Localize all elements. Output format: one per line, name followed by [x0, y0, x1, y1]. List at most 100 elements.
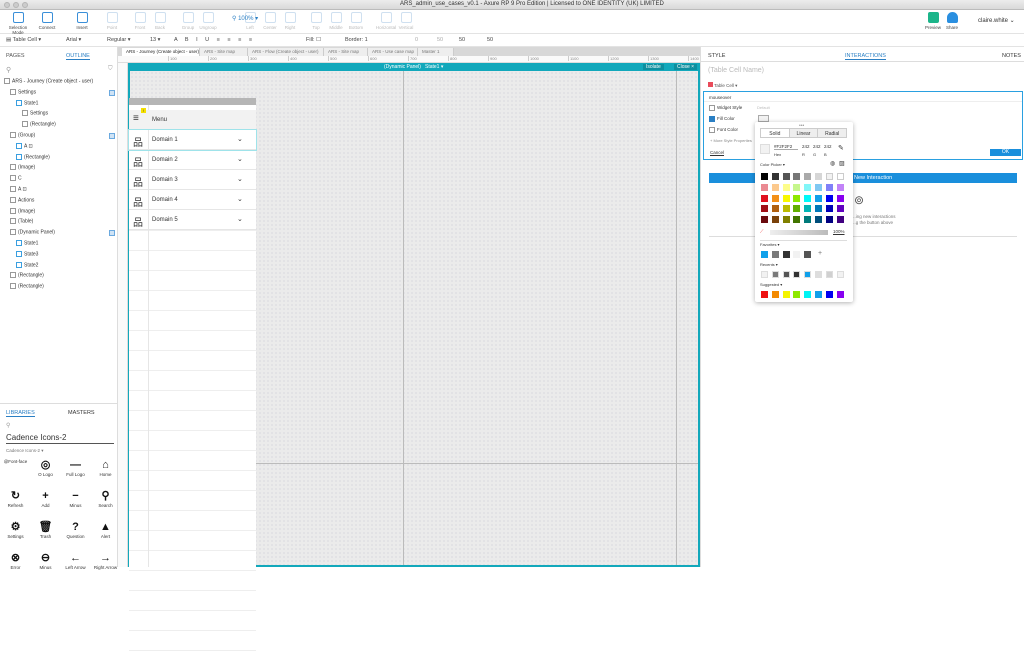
- toolbar-selection-mode-button[interactable]: Selection Mode: [3, 12, 33, 35]
- recent-swatch[interactable]: [793, 271, 801, 278]
- favorite-swatch[interactable]: [804, 251, 812, 258]
- color-swatch[interactable]: [825, 173, 833, 180]
- library-widget[interactable]: ▲ Alert: [91, 521, 120, 539]
- hex-input[interactable]: #F2F2F2: [774, 144, 798, 150]
- color-swatch[interactable]: [804, 183, 812, 191]
- color-swatch[interactable]: [804, 216, 812, 224]
- recent-swatch[interactable]: [771, 271, 779, 278]
- widget-style-select[interactable]: Default: [757, 105, 770, 110]
- outline-item[interactable]: State1: [16, 240, 38, 246]
- close-window-button[interactable]: [4, 2, 10, 8]
- recent-swatch[interactable]: [782, 271, 790, 278]
- outline-item[interactable]: A ⊡: [10, 186, 27, 192]
- eyedropper-icon[interactable]: ✎: [838, 144, 844, 152]
- widget-type-select[interactable]: ▤ Table Cell ▾: [6, 37, 62, 43]
- color-swatch[interactable]: [761, 173, 768, 180]
- color-swatch[interactable]: [836, 173, 844, 180]
- outline-item[interactable]: (Image): [10, 207, 35, 214]
- font-weight-select[interactable]: Regular ▾: [107, 37, 131, 43]
- recent-swatch[interactable]: [825, 271, 833, 278]
- library-widget[interactable]: ◎ O Logo: [31, 459, 60, 477]
- outline-item[interactable]: Actions: [10, 196, 34, 203]
- toolbar-back-button[interactable]: Back: [145, 12, 175, 30]
- tab-outline[interactable]: OUTLINE: [66, 53, 90, 60]
- suggested-swatch[interactable]: [782, 291, 790, 298]
- search-icon[interactable]: ⚲: [6, 422, 10, 429]
- suggested-label[interactable]: Suggested ▾: [760, 282, 782, 287]
- color-swatch[interactable]: [761, 205, 768, 213]
- library-widget[interactable]: ⚲ Search: [91, 490, 120, 508]
- fill-control[interactable]: Fill: ☐: [306, 37, 321, 43]
- filter-icon[interactable]: ⛉: [108, 66, 113, 73]
- toolbar-bottom-button[interactable]: Bottom: [341, 12, 371, 30]
- color-swatch[interactable]: [836, 205, 844, 213]
- outline-item[interactable]: ARS - Journey (Create object - user): [4, 78, 93, 84]
- toolbar-vertical-button[interactable]: Vertical: [391, 12, 421, 30]
- opacity-slider[interactable]: [770, 230, 828, 235]
- color-picker-mode-select[interactable]: Color Picker ▾: [760, 162, 785, 167]
- toolbar-connect-button[interactable]: Connect: [32, 12, 62, 30]
- menu-header-row[interactable]: ≡ Menu: [129, 110, 256, 130]
- recent-swatch[interactable]: [815, 271, 822, 278]
- outline-item[interactable]: (Image): [10, 164, 35, 171]
- image-color-icon[interactable]: ▨: [839, 160, 845, 167]
- color-swatch[interactable]: [793, 183, 801, 191]
- chevron-down-icon[interactable]: ⌄: [237, 175, 243, 183]
- color-swatch[interactable]: [815, 205, 822, 213]
- document-tab[interactable]: ARS - Flow (Create object - user): [248, 48, 324, 56]
- suggested-swatch[interactable]: [815, 291, 822, 298]
- suggested-swatch[interactable]: [761, 291, 768, 298]
- tab-libraries[interactable]: LIBRARIES: [6, 410, 35, 417]
- color-swatch[interactable]: [771, 183, 779, 191]
- isolate-button[interactable]: Isolate: [643, 64, 664, 70]
- width-field[interactable]: 50: [459, 37, 465, 43]
- favorite-swatch[interactable]: [771, 251, 779, 258]
- color-swatch[interactable]: [825, 194, 833, 202]
- widget-name-input[interactable]: (Table Cell Name): [708, 67, 764, 74]
- tab-radial[interactable]: Radial: [817, 129, 847, 137]
- b-input[interactable]: 242: [824, 144, 832, 149]
- library-widget[interactable]: − Minus: [61, 490, 90, 508]
- tab-style[interactable]: STYLE: [708, 53, 725, 59]
- tab-notes[interactable]: NOTES: [1002, 53, 1021, 59]
- outline-item[interactable]: Settings: [22, 110, 48, 117]
- cancel-link[interactable]: Cancel: [710, 150, 724, 155]
- color-swatch[interactable]: [793, 173, 801, 180]
- favorite-swatch[interactable]: [793, 251, 801, 258]
- maximize-window-button[interactable]: [22, 2, 28, 8]
- document-tab[interactable]: Master 1: [418, 48, 454, 56]
- menu-row[interactable]: 品 Domain 5 ⌄: [129, 210, 256, 230]
- library-widget[interactable]: ⌂ Home: [91, 459, 120, 477]
- library-widget[interactable]: ⊗ Error: [1, 552, 30, 570]
- library-widget[interactable]: ? Question: [61, 521, 90, 539]
- opacity-input[interactable]: 100%: [833, 229, 845, 234]
- menu-row[interactable]: 品 Domain 4 ⌄: [129, 190, 256, 210]
- chevron-down-icon[interactable]: ⌄: [237, 135, 243, 143]
- height-field[interactable]: 50: [487, 37, 493, 43]
- y-field[interactable]: 50: [437, 37, 443, 43]
- x-field[interactable]: 0: [415, 37, 418, 43]
- color-swatch[interactable]: [815, 216, 822, 224]
- color-swatch[interactable]: [815, 173, 822, 180]
- color-swatch[interactable]: [836, 183, 844, 191]
- library-select[interactable]: Cadence Icons-2: [6, 433, 114, 444]
- library-widget[interactable]: ← Left Arrow: [61, 552, 90, 570]
- library-widget[interactable]: ⊖ Minus: [31, 552, 60, 570]
- library-widget[interactable]: + Add: [31, 490, 60, 508]
- outline-item[interactable]: C: [10, 175, 22, 182]
- color-swatch[interactable]: [782, 173, 790, 180]
- r-input[interactable]: 242: [802, 144, 810, 149]
- color-swatch[interactable]: [815, 194, 822, 202]
- color-swatch[interactable]: [771, 173, 779, 180]
- tab-interactions[interactable]: INTERACTIONS: [845, 53, 886, 60]
- color-swatch[interactable]: [761, 194, 768, 202]
- outline-item[interactable]: A ⊡: [16, 142, 33, 149]
- color-swatch[interactable]: [771, 194, 779, 202]
- suggested-swatch[interactable]: [836, 291, 844, 298]
- state-select[interactable]: State1 ▾: [425, 64, 443, 70]
- color-swatch[interactable]: [782, 216, 790, 224]
- color-swatch[interactable]: [793, 194, 801, 202]
- flag-icon[interactable]: [109, 89, 115, 96]
- favorite-swatch[interactable]: [761, 251, 768, 258]
- color-swatch[interactable]: [761, 216, 768, 224]
